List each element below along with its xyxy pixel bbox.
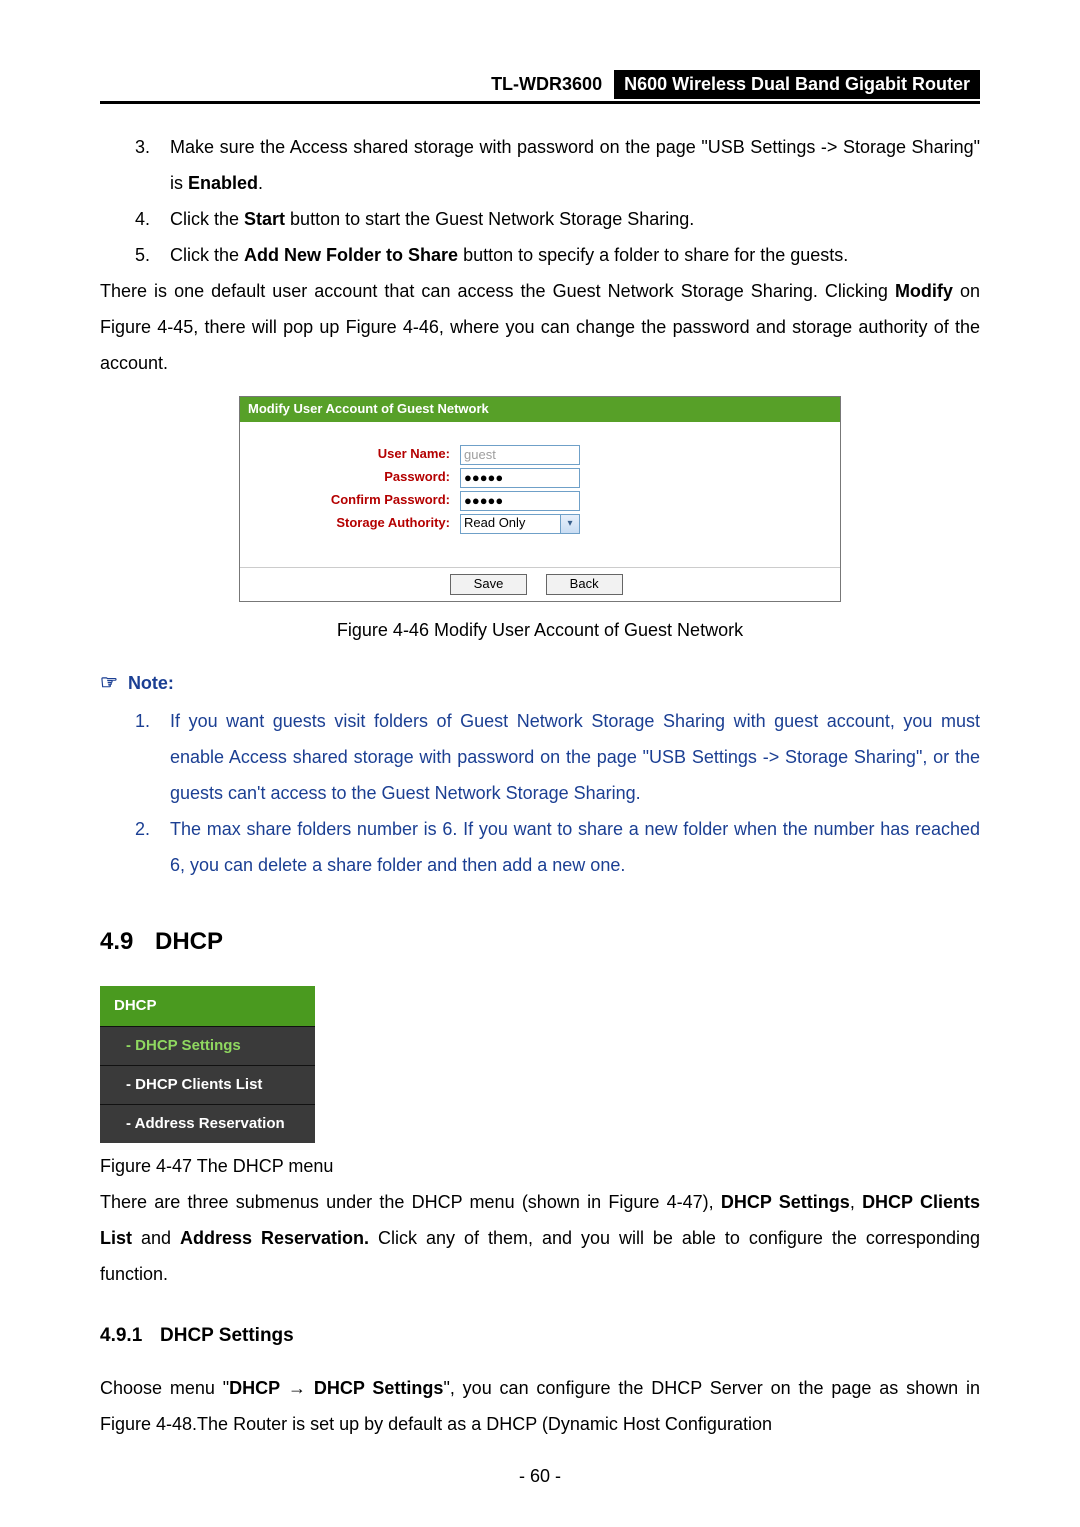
- list-body: If you want guests visit folders of Gues…: [170, 703, 980, 811]
- figure-caption: Figure 4-46 Modify User Account of Guest…: [100, 612, 980, 648]
- page-header: TL-WDR3600N600 Wireless Dual Band Gigabi…: [100, 70, 980, 104]
- label-password: Password:: [250, 469, 460, 486]
- form-row-username: User Name: guest: [250, 445, 830, 465]
- list-marker: 3.: [135, 129, 170, 201]
- list-marker: 1.: [135, 703, 170, 811]
- list-body: Click the Add New Folder to Share button…: [170, 237, 980, 273]
- note-list: 1. If you want guests visit folders of G…: [100, 703, 980, 883]
- dhcp-menu-item-settings[interactable]: - DHCP Settings: [100, 1027, 315, 1066]
- paragraph: There are three submenus under the DHCP …: [100, 1184, 980, 1292]
- chevron-down-icon: ▾: [560, 515, 579, 533]
- modify-account-panel: Modify User Account of Guest Network Use…: [239, 396, 841, 602]
- figure-wrap: Modify User Account of Guest Network Use…: [100, 391, 980, 648]
- storage-authority-select[interactable]: Read Only ▾: [460, 514, 580, 534]
- subsection-heading: 4.9.1DHCP Settings: [100, 1317, 980, 1355]
- pointing-hand-icon: ☞: [100, 663, 118, 703]
- figure-caption: Figure 4-47 The DHCP menu: [100, 1148, 980, 1184]
- form-row-password: Password: ●●●●●: [250, 468, 830, 488]
- list-marker: 5.: [135, 237, 170, 273]
- label-storage-authority: Storage Authority:: [250, 515, 460, 532]
- list-item: 5. Click the Add New Folder to Share but…: [135, 237, 980, 273]
- list-body: Click the Start button to start the Gues…: [170, 201, 980, 237]
- list-body: Make sure the Access shared storage with…: [170, 129, 980, 201]
- back-button[interactable]: Back: [546, 574, 623, 595]
- list-marker: 4.: [135, 201, 170, 237]
- dhcp-menu: DHCP - DHCP Settings - DHCP Clients List…: [100, 986, 315, 1143]
- dhcp-menu-header[interactable]: DHCP: [100, 986, 315, 1027]
- list-body: The max share folders number is 6. If yo…: [170, 811, 980, 883]
- username-input[interactable]: guest: [460, 445, 580, 465]
- note-label: Note:: [128, 665, 174, 701]
- list-item: 4. Click the Start button to start the G…: [135, 201, 980, 237]
- label-confirm-password: Confirm Password:: [250, 492, 460, 509]
- subsection-number: 4.9.1: [100, 1317, 160, 1355]
- list-item: 1. If you want guests visit folders of G…: [135, 703, 980, 811]
- panel-title: Modify User Account of Guest Network: [240, 397, 840, 422]
- dhcp-menu-item-clients[interactable]: - DHCP Clients List: [100, 1066, 315, 1105]
- paragraph: Choose menu "DHCP → DHCP Settings", you …: [100, 1370, 980, 1442]
- confirm-password-input[interactable]: ●●●●●: [460, 491, 580, 511]
- list-item: 2. The max share folders number is 6. If…: [135, 811, 980, 883]
- button-row: Save Back: [240, 567, 840, 601]
- subsection-title: DHCP Settings: [160, 1325, 294, 1346]
- dhcp-menu-item-reservation[interactable]: - Address Reservation: [100, 1105, 315, 1143]
- section-number: 4.9: [100, 918, 155, 966]
- form-area: User Name: guest Password: ●●●●● Confirm…: [240, 422, 840, 567]
- header-model: TL-WDR3600: [483, 72, 610, 97]
- page-content: 3. Make sure the Access shared storage w…: [100, 104, 980, 1442]
- section-heading: 4.9DHCP: [100, 918, 980, 966]
- note-heading: ☞ Note:: [100, 663, 980, 703]
- page-number: - 60 -: [0, 1466, 1080, 1487]
- save-button[interactable]: Save: [450, 574, 527, 595]
- list-marker: 2.: [135, 811, 170, 883]
- form-row-storage: Storage Authority: Read Only ▾: [250, 514, 830, 534]
- label-username: User Name:: [250, 446, 460, 463]
- password-input[interactable]: ●●●●●: [460, 468, 580, 488]
- paragraph: There is one default user account that c…: [100, 273, 980, 381]
- section-title: DHCP: [155, 928, 223, 955]
- page: TL-WDR3600N600 Wireless Dual Band Gigabi…: [0, 0, 1080, 1527]
- instruction-list: 3. Make sure the Access shared storage w…: [100, 129, 980, 273]
- header-description: N600 Wireless Dual Band Gigabit Router: [614, 70, 980, 99]
- form-row-confirm: Confirm Password: ●●●●●: [250, 491, 830, 511]
- list-item: 3. Make sure the Access shared storage w…: [135, 129, 980, 201]
- select-value: Read Only: [464, 515, 525, 532]
